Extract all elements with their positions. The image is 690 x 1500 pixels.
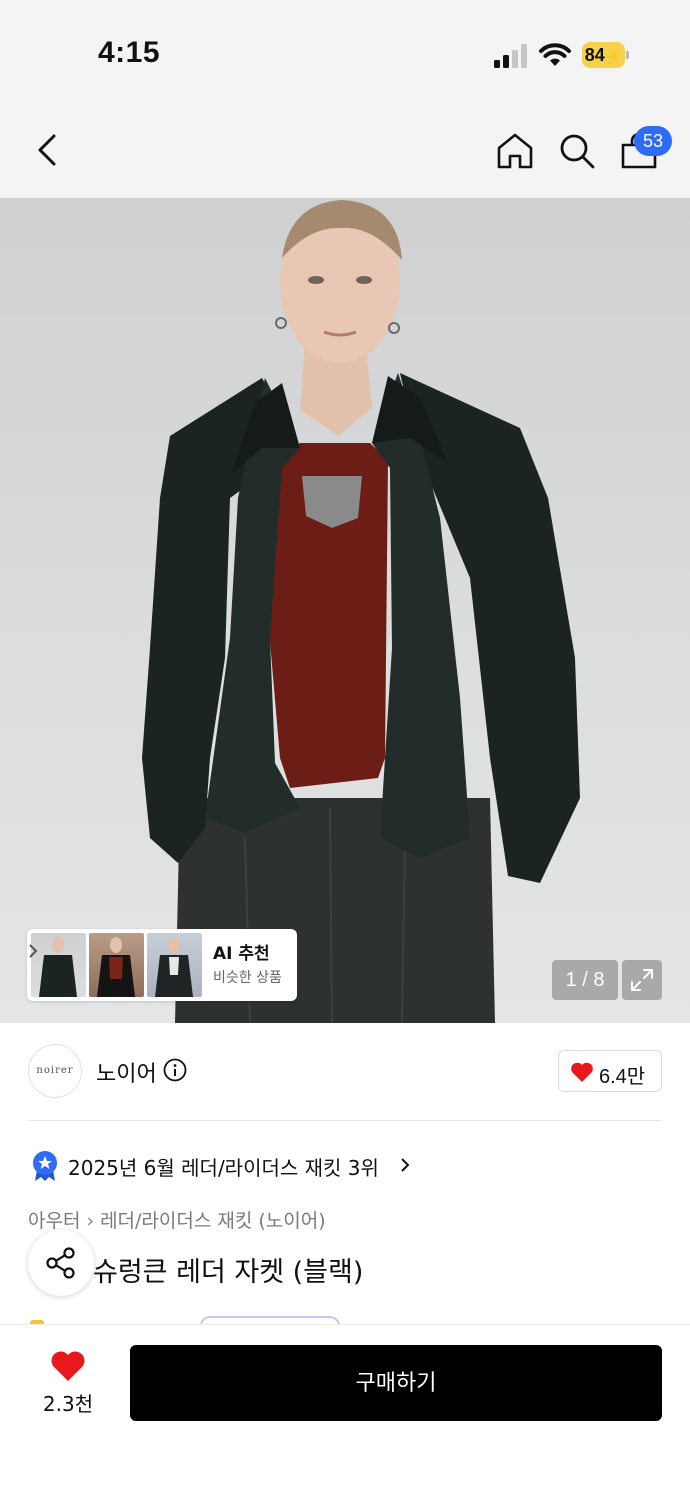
wishlist-count: 2.3천: [42, 1392, 94, 1416]
home-icon: [497, 133, 533, 169]
chevron-left-icon: [38, 134, 56, 166]
wishlist-heart-icon[interactable]: [50, 1350, 86, 1382]
chevron-right-icon: [29, 944, 38, 958]
product-image-carousel[interactable]: AI 추천 비슷한 상품 1 / 8: [0, 198, 690, 1023]
back-button[interactable]: [30, 130, 66, 170]
charging-bolt-icon: ⚡: [604, 48, 623, 64]
top-nav-bar: [0, 100, 690, 198]
battery-icon: 84⚡: [582, 42, 630, 68]
page-indicator: 1 / 8: [552, 960, 618, 1000]
ai-thumb-1: [31, 933, 86, 997]
brand-like-button[interactable]: 6.4만: [558, 1050, 662, 1092]
expand-icon: [631, 969, 653, 991]
ai-recommend-title: AI 추천: [213, 944, 270, 964]
buy-button[interactable]: 구매하기: [130, 1345, 662, 1421]
ranking-link[interactable]: 2025년 6월 레더/라이더스 재킷 3위: [68, 1152, 379, 1181]
info-icon[interactable]: [163, 1058, 187, 1082]
chevron-right-icon: ›: [86, 1210, 95, 1232]
ranking-badge-icon: [33, 1151, 57, 1181]
brand-like-count: 6.4만: [599, 1066, 646, 1088]
battery-level: 84⚡: [584, 45, 623, 65]
breadcrumb: 아우터 › 레더/라이더스 재킷 (노이어): [28, 1206, 326, 1233]
status-bar: 4:15 84⚡: [0, 0, 690, 100]
ai-recommend-subtitle: 비슷한 상품: [213, 970, 282, 986]
breadcrumb-item-category[interactable]: 레더/라이더스 재킷 (노이어): [100, 1206, 326, 1233]
product-title: 슈렁큰 레더 자켓 (블랙): [93, 1257, 364, 1288]
share-icon: [46, 1247, 75, 1279]
wifi-icon: [539, 43, 571, 66]
cart-count-badge: 53: [634, 126, 672, 156]
ai-thumb-3: [147, 933, 202, 997]
home-button[interactable]: [496, 132, 534, 170]
brand-name[interactable]: 노이어: [96, 1056, 157, 1088]
ai-thumb-2: [89, 933, 144, 997]
breadcrumb-item-outer[interactable]: 아우터: [28, 1206, 80, 1233]
status-time: 4:15: [98, 36, 161, 69]
divider: [28, 1120, 662, 1121]
search-button[interactable]: [558, 132, 596, 170]
share-button[interactable]: [28, 1230, 94, 1296]
ai-recommend-card[interactable]: AI 추천 비슷한 상품: [27, 929, 297, 1001]
product-photo: [142, 200, 580, 1023]
chevron-right-icon: [401, 1158, 410, 1172]
heart-icon: [571, 1062, 593, 1082]
expand-button[interactable]: [622, 960, 662, 1000]
cellular-signal-icon: [494, 44, 527, 68]
brand-logo[interactable]: noirer: [28, 1044, 82, 1098]
